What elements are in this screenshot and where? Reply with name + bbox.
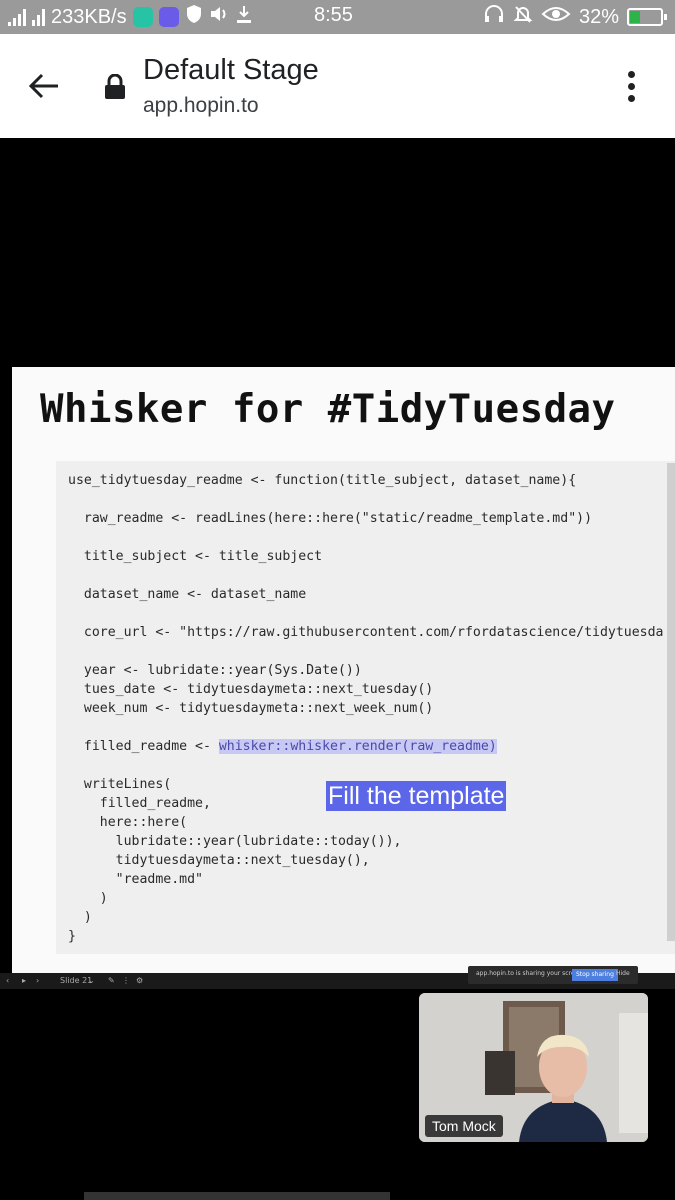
speaker-name-tag: Tom Mock: [425, 1115, 503, 1137]
stop-sharing-button[interactable]: Stop sharing: [572, 969, 618, 981]
browser-top-bar: Default Stage app.hopin.to: [0, 34, 675, 138]
battery-charging-icon: [627, 8, 667, 26]
code-line: ): [68, 910, 92, 925]
code-line: dataset_name <- dataset_name: [68, 587, 307, 602]
gear-icon[interactable]: ⚙: [136, 975, 143, 987]
app-icon: [158, 7, 179, 27]
signal-icon: [8, 8, 26, 26]
code-line: core_url <- "https://raw.githubuserconte…: [68, 625, 664, 640]
volume-icon: [209, 5, 229, 29]
code-line: filled_readme <- whisker::whisker.render…: [68, 739, 497, 754]
code-line: week_num <- tidytuesdaymeta::next_week_n…: [68, 701, 434, 716]
chevron-down-icon[interactable]: ⌄: [88, 975, 95, 987]
code-line: }: [68, 929, 76, 944]
page-title: Default Stage: [143, 54, 319, 86]
cursor-icon[interactable]: ⋮: [122, 975, 130, 987]
code-line: ): [68, 891, 108, 906]
battery-percent: 32%: [578, 5, 619, 28]
code-text: filled_readme <-: [68, 739, 219, 754]
code-line: raw_readme <- readLines(here::here("stat…: [68, 511, 593, 526]
pen-icon[interactable]: ✎: [108, 975, 115, 987]
shared-slide: Whisker for #TidyTuesday use_tidytuesday…: [12, 367, 675, 973]
screen-share-notice: app.hopin.to is sharing your screen. Sto…: [468, 966, 638, 984]
speaker-video[interactable]: Tom Mock: [419, 993, 648, 1142]
code-line: lubridate::year(lubridate::today()),: [68, 834, 402, 849]
code-line: filled_readme,: [68, 796, 211, 811]
code-line: tidytuesdaymeta::next_tuesday(),: [68, 853, 370, 868]
share-notice-text: app.hopin.to is sharing your screen.: [476, 970, 584, 977]
next-icon[interactable]: ›: [36, 975, 39, 987]
alarm-off-icon: [513, 4, 533, 30]
page-url[interactable]: app.hopin.to: [143, 94, 259, 118]
hide-button[interactable]: Hide: [616, 970, 630, 977]
code-line: tues_date <- tidytuesdaymeta::next_tuesd…: [68, 682, 434, 697]
shield-icon: [185, 4, 203, 30]
code-line: "readme.md": [68, 872, 203, 887]
headphones-icon: [483, 4, 505, 30]
code-block: use_tidytuesday_readme <- function(title…: [56, 461, 675, 954]
status-bar: 233KB/s 8:55 32%: [0, 0, 675, 34]
more-vert-icon[interactable]: [616, 64, 646, 108]
clock: 8:55: [314, 4, 353, 26]
eye-icon: [541, 5, 571, 29]
prev-icon[interactable]: ‹: [6, 975, 9, 987]
code-line: use_tidytuesday_readme <- function(title…: [68, 473, 577, 488]
app-icon: [132, 7, 153, 27]
code-scrollbar[interactable]: [667, 463, 675, 941]
play-icon[interactable]: ▸: [22, 975, 26, 987]
slide-title: Whisker for #TidyTuesday: [40, 387, 616, 432]
network-speed: 233KB/s: [51, 5, 127, 28]
highlighted-code: whisker::whisker.render(raw_readme): [218, 739, 497, 754]
lock-icon: [104, 73, 126, 100]
code-line: here::here(: [68, 815, 188, 830]
code-line: title_subject <- title_subject: [68, 549, 323, 564]
back-arrow-icon[interactable]: [22, 64, 66, 108]
code-line: year <- lubridate::year(Sys.Date()): [68, 663, 362, 678]
hotspot-icon: [32, 8, 45, 26]
code-line: writeLines(: [68, 777, 172, 792]
home-indicator[interactable]: [84, 1192, 390, 1200]
download-icon: [235, 4, 253, 30]
callout-label: Fill the template: [326, 781, 507, 811]
